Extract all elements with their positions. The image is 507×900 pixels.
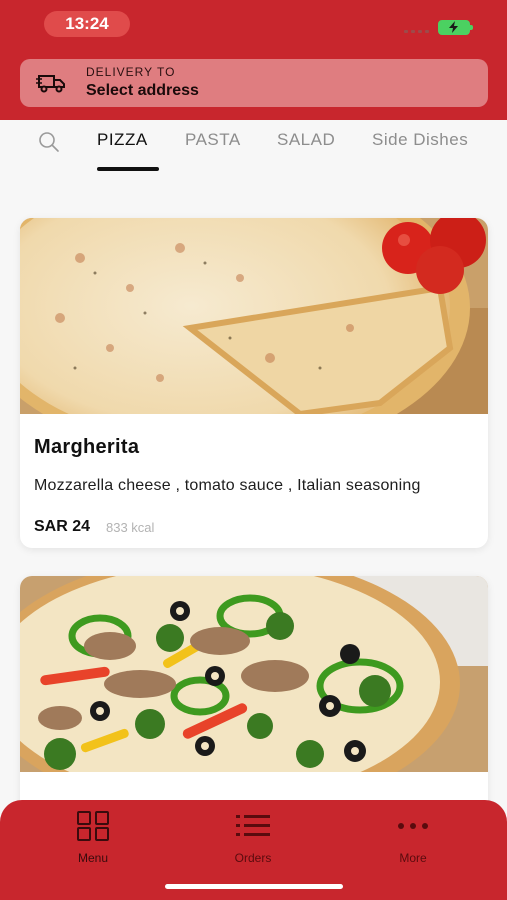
product-image (20, 576, 488, 772)
delivery-label: DELIVERY TO (86, 65, 176, 79)
nav-label-more: More (399, 851, 427, 865)
tab-salad[interactable]: SALAD (277, 130, 335, 150)
nav-label-orders: Orders (234, 851, 272, 865)
product-price: SAR 24 (34, 518, 91, 535)
delivery-address: Select address (86, 82, 199, 99)
delivery-truck-icon (36, 75, 65, 93)
product-description: Mozzarella cheese , tomato sauce , Itali… (34, 477, 421, 494)
app-header: 13:24 DELIVERY TO Select address (0, 0, 507, 120)
search-icon[interactable] (37, 130, 61, 154)
delivery-address-selector[interactable]: DELIVERY TO Select address (20, 59, 488, 107)
status-time: 13:24 (44, 11, 130, 37)
active-tab-indicator (97, 167, 159, 171)
product-card[interactable]: Margherita Mozzarella cheese , tomato sa… (20, 218, 488, 548)
battery-charging-icon (438, 20, 473, 35)
grid-icon (77, 811, 109, 841)
product-calories: 833 kcal (106, 520, 155, 535)
more-icon (398, 823, 428, 829)
nav-item-menu[interactable]: Menu (53, 810, 133, 865)
category-tabs: PIZZA PASTA SALAD Side Dishes (0, 120, 507, 182)
product-card[interactable] (20, 576, 488, 836)
tab-pizza[interactable]: PIZZA (97, 130, 148, 150)
tab-pasta[interactable]: PASTA (185, 130, 241, 150)
product-name: Margherita (34, 436, 140, 458)
tab-side-dishes[interactable]: Side Dishes (372, 130, 468, 150)
nav-item-orders[interactable]: Orders (213, 810, 293, 865)
list-icon (236, 815, 270, 836)
signal-icon (404, 30, 429, 33)
nav-label-menu: Menu (77, 851, 109, 865)
home-indicator (165, 884, 343, 889)
product-image (20, 218, 488, 414)
nav-item-more[interactable]: More (373, 810, 453, 865)
